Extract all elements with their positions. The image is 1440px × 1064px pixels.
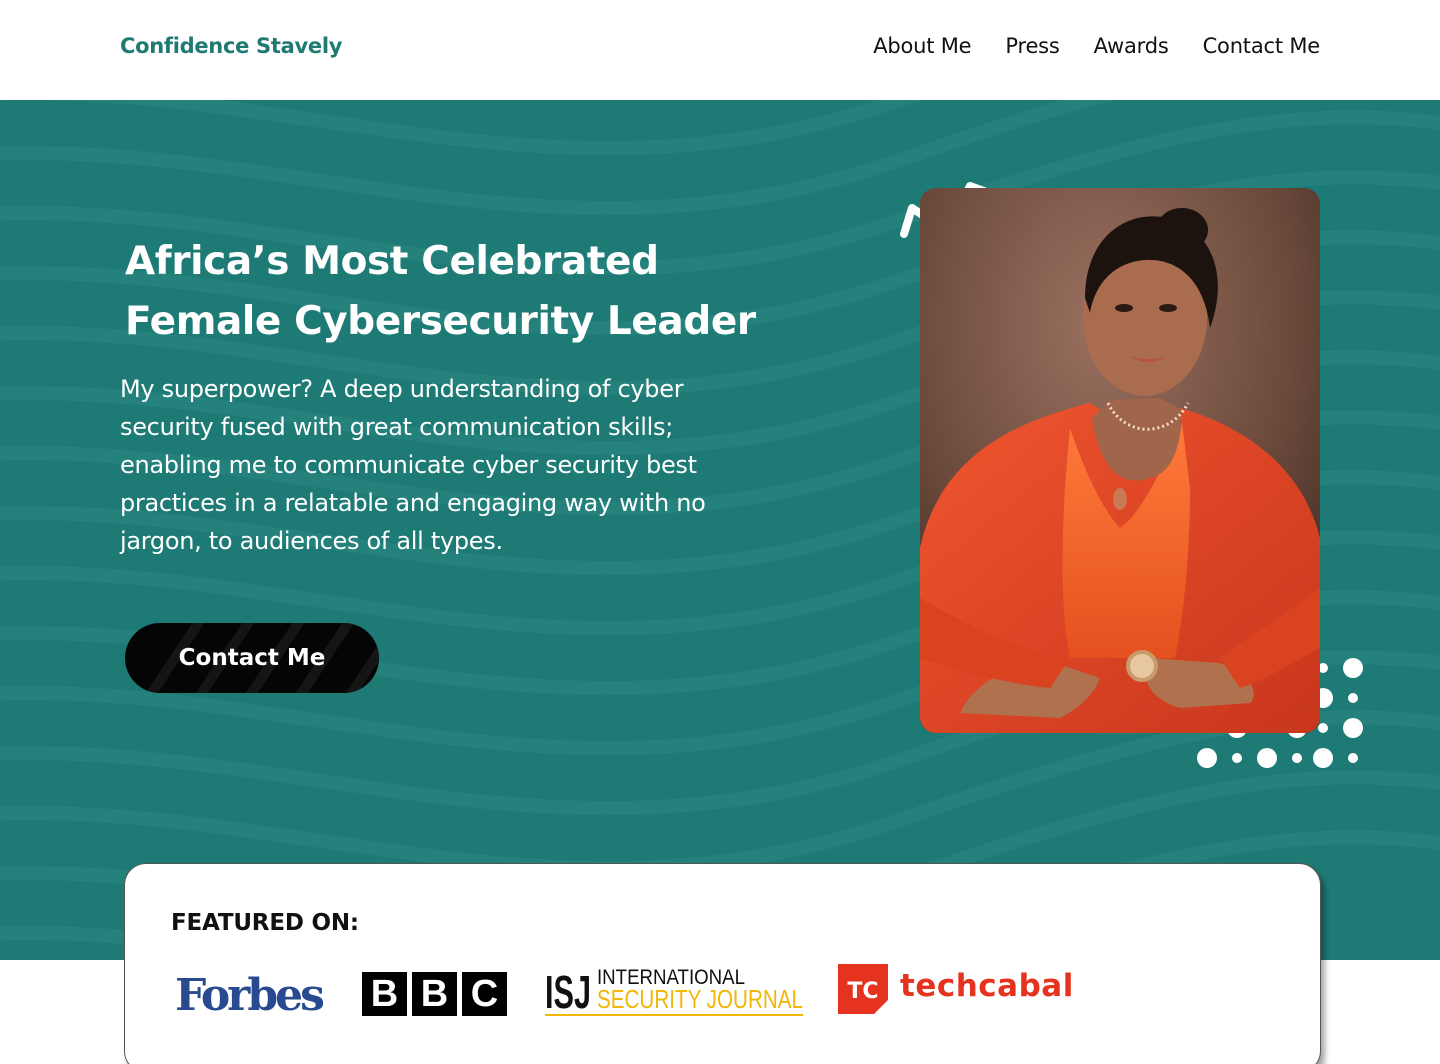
hero-headline: Africa’s Most Celebrated Female Cybersec… xyxy=(125,232,765,352)
hero-headline-line-2: Female Cybersecurity Leader xyxy=(125,299,756,344)
hero-headline-line-1: Africa’s Most Celebrated xyxy=(125,239,659,284)
featured-on-card: FEATURED ON: Forbes B B C ISJ INTERNATIO… xyxy=(124,863,1321,1064)
forbes-logo[interactable]: Forbes xyxy=(175,970,325,1021)
techcabal-mark-icon: TC xyxy=(838,964,888,1014)
brand-logo-text[interactable]: Confidence Stavely xyxy=(120,34,342,58)
nav-link-about-me[interactable]: About Me xyxy=(873,34,971,58)
techcabal-wordmark: techcabal xyxy=(900,968,1074,1004)
isj-logo-line-2: SECURITY JOURNAL xyxy=(597,984,803,1014)
hero-section: Africa’s Most Celebrated Female Cybersec… xyxy=(0,100,1440,960)
contact-me-button-label: Contact Me xyxy=(178,645,326,671)
bbc-letter-1: B xyxy=(362,972,407,1016)
nav-link-contact-me[interactable]: Contact Me xyxy=(1203,34,1321,58)
bbc-letter-3: C xyxy=(462,972,507,1016)
hero-description: My superpower? A deep understanding of c… xyxy=(120,375,706,555)
techcabal-mark-text: TC xyxy=(847,979,878,1004)
bbc-letter-2: B xyxy=(412,972,457,1016)
techcabal-logo[interactable]: TC techcabal xyxy=(838,964,1074,1014)
portrait-photo xyxy=(920,188,1320,733)
featured-on-title: FEATURED ON: xyxy=(171,910,359,936)
site-header: Confidence Stavely About Me Press Awards… xyxy=(0,0,1440,100)
isj-logo-short: ISJ xyxy=(545,966,591,1018)
nav-link-awards[interactable]: Awards xyxy=(1094,34,1169,58)
portrait-illustration xyxy=(920,188,1320,733)
main-nav: About Me Press Awards Contact Me xyxy=(873,34,1320,58)
contact-me-button[interactable]: Contact Me xyxy=(125,623,379,693)
bbc-logo[interactable]: B B C xyxy=(362,972,507,1016)
nav-link-press[interactable]: Press xyxy=(1005,34,1059,58)
isj-logo[interactable]: ISJ INTERNATIONAL SECURITY JOURNAL xyxy=(545,964,805,1018)
